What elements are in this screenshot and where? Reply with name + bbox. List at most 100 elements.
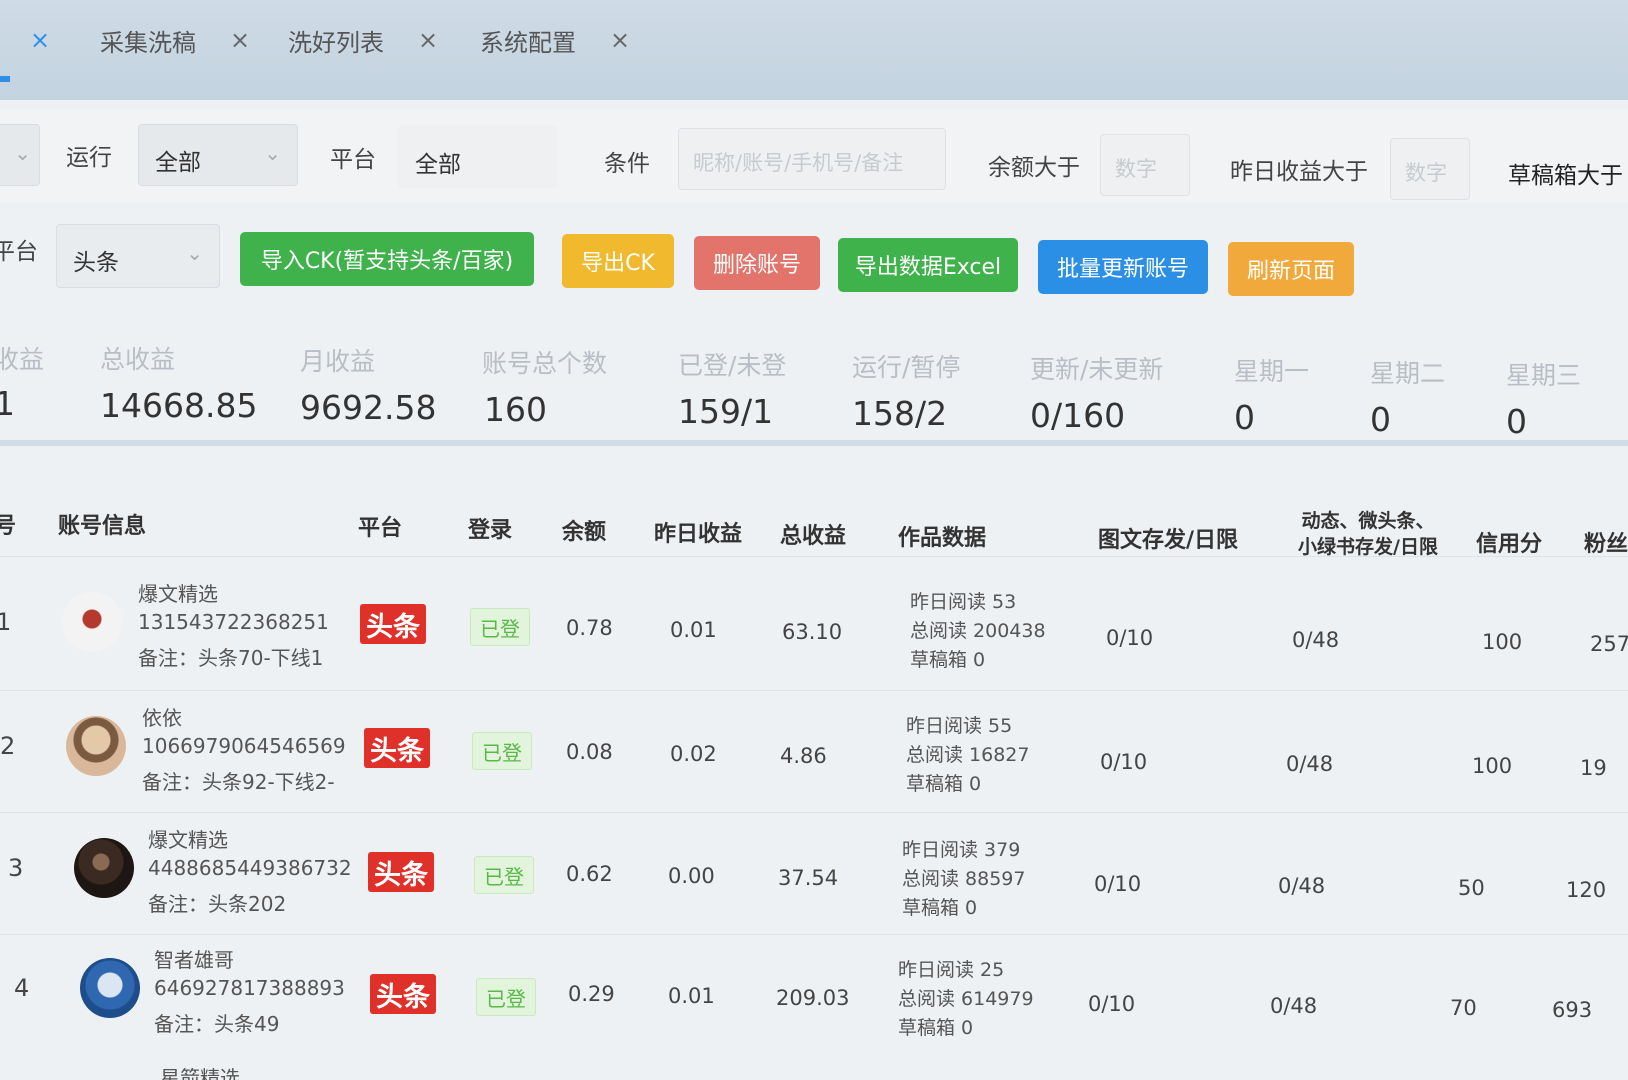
balance-cell: 0.08 bbox=[566, 740, 613, 764]
fans-cell: 120 bbox=[1566, 878, 1607, 902]
platform-filter-label: 平台 bbox=[330, 147, 376, 173]
platform-badge-toutiao: 头条 bbox=[360, 604, 426, 644]
refresh-page-button[interactable]: 刷新页面 bbox=[1228, 242, 1354, 296]
platform2-select[interactable]: 头条 ⌄ bbox=[56, 224, 220, 288]
condition-input[interactable]: 昵称/账号/手机号/备注 bbox=[678, 128, 946, 190]
col-num: 号 bbox=[0, 514, 17, 539]
dynamic-quota-cell: 0/48 bbox=[1292, 628, 1340, 652]
stat-label: 星期三 bbox=[1506, 361, 1582, 390]
chevron-down-icon: ⌄ bbox=[14, 141, 31, 165]
platform-badge-toutiao: 头条 bbox=[364, 728, 430, 768]
total-income-cell: 4.86 bbox=[780, 744, 827, 768]
account-id: 646927817388893 bbox=[154, 976, 345, 1000]
active-tab-indicator bbox=[0, 76, 10, 82]
stat-value: 160 bbox=[484, 390, 547, 429]
chevron-down-icon: ⌄ bbox=[186, 241, 203, 265]
tab-bar: × 采集洗稿 × 洗好列表 × 系统配置 × bbox=[0, 0, 1628, 100]
balance-gt-input[interactable]: 数字 bbox=[1100, 134, 1190, 196]
total-reads: 总阅读 88597 bbox=[902, 868, 1026, 890]
article-quota-cell: 0/10 bbox=[1100, 750, 1148, 774]
total-reads: 总阅读 16827 bbox=[906, 744, 1030, 766]
tab-label: 采集洗稿 bbox=[100, 28, 196, 57]
avatar bbox=[74, 838, 134, 898]
row-number: 4 bbox=[14, 974, 30, 1002]
stat-value: 0 bbox=[1506, 402, 1527, 441]
account-note: 备注：头条202 bbox=[148, 892, 287, 916]
tab-rewritten-list[interactable]: 洗好列表 × bbox=[288, 22, 438, 58]
col-platform: 平台 bbox=[358, 516, 403, 541]
export-ck-button[interactable]: 导出CK bbox=[562, 234, 674, 288]
article-quota-cell: 0/10 bbox=[1106, 626, 1154, 650]
fans-cell: 19 bbox=[1580, 756, 1607, 780]
draft-count: 草稿箱 0 bbox=[906, 773, 982, 795]
row-number: 2 bbox=[0, 732, 16, 760]
stat-value: 1 bbox=[0, 384, 15, 423]
export-excel-button[interactable]: 导出数据Excel bbox=[838, 238, 1018, 292]
tab-label: 系统配置 bbox=[480, 28, 576, 57]
col-works: 作品数据 bbox=[898, 526, 987, 551]
total-reads: 总阅读 614979 bbox=[898, 988, 1034, 1010]
leading-select[interactable]: ⌄ bbox=[0, 124, 40, 186]
stat-label: 月收益 bbox=[300, 347, 376, 376]
col-login: 登录 bbox=[468, 518, 513, 543]
stat-label: 收益 bbox=[0, 345, 45, 374]
delete-account-button[interactable]: 删除账号 bbox=[694, 236, 820, 290]
account-note: 备注：头条70-下线1 bbox=[138, 646, 324, 670]
stat-value: 158/2 bbox=[852, 394, 948, 433]
stat-value: 0 bbox=[1234, 398, 1255, 437]
col-balance: 余额 bbox=[562, 520, 607, 545]
balance-cell: 0.29 bbox=[568, 982, 615, 1006]
stat-label: 星期二 bbox=[1370, 359, 1446, 388]
tab-collect-rewrite[interactable]: 采集洗稿 × bbox=[100, 22, 250, 58]
stat-label: 已登/未登 bbox=[678, 351, 787, 380]
yesterday-gt-label: 昨日收益大于 bbox=[1230, 159, 1368, 185]
credit-cell: 100 bbox=[1472, 754, 1513, 778]
stat-value: 9692.58 bbox=[300, 388, 437, 427]
draft-count: 草稿箱 0 bbox=[898, 1017, 974, 1039]
stat-value: 159/1 bbox=[678, 392, 774, 431]
total-income-cell: 37.54 bbox=[778, 866, 839, 890]
credit-cell: 50 bbox=[1458, 876, 1485, 900]
col-article: 图文存发/日限 bbox=[1098, 528, 1239, 553]
avatar bbox=[80, 958, 140, 1018]
dynamic-quota-cell: 0/48 bbox=[1270, 994, 1318, 1018]
stat-value: 0/160 bbox=[1030, 396, 1126, 435]
row-number: 3 bbox=[8, 854, 24, 882]
stat-label: 更新/未更新 bbox=[1030, 355, 1164, 384]
account-name: 智者雄哥 bbox=[154, 948, 234, 972]
platform2-label: 平台 bbox=[0, 239, 38, 265]
yesterday-income-cell: 0.01 bbox=[668, 984, 715, 1008]
login-status-badge: 已登 bbox=[472, 732, 532, 770]
platform-filter-value: 全部 bbox=[415, 152, 461, 178]
tab-first[interactable]: × bbox=[0, 22, 50, 58]
total-reads: 总阅读 200438 bbox=[910, 620, 1046, 642]
col-dynamic: 动态、微头条、 小绿书存发/日限 bbox=[1282, 508, 1454, 560]
dynamic-quota-cell: 0/48 bbox=[1286, 752, 1334, 776]
col-fans: 粉丝 bbox=[1584, 532, 1628, 557]
account-name: 依依 bbox=[142, 706, 182, 730]
close-icon[interactable]: × bbox=[610, 26, 630, 54]
account-name: 爆文精选 bbox=[148, 828, 228, 852]
account-id: 1066979064546569 bbox=[142, 734, 346, 758]
close-icon[interactable]: × bbox=[30, 26, 50, 54]
run-filter-select[interactable]: 全部 ⌄ bbox=[138, 124, 298, 186]
platform-filter-select[interactable]: 全部 bbox=[398, 126, 558, 188]
draft-count: 草稿箱 0 bbox=[910, 649, 986, 671]
divider bbox=[0, 934, 1628, 935]
close-icon[interactable]: × bbox=[230, 26, 250, 54]
close-icon[interactable]: × bbox=[418, 26, 438, 54]
works-data: 昨日阅读 55 总阅读 16827 草稿箱 0 bbox=[906, 712, 1029, 799]
avatar bbox=[62, 592, 122, 652]
platform2-value: 头条 bbox=[73, 250, 119, 276]
run-filter-value: 全部 bbox=[155, 150, 201, 176]
total-income-cell: 63.10 bbox=[782, 620, 843, 644]
draft-count: 草稿箱 0 bbox=[902, 897, 978, 919]
tab-system-config[interactable]: 系统配置 × bbox=[480, 22, 630, 58]
yesterday-gt-input[interactable]: 数字 bbox=[1390, 138, 1470, 200]
works-data: 昨日阅读 53 总阅读 200438 草稿箱 0 bbox=[910, 588, 1046, 675]
import-ck-button[interactable]: 导入CK(暂支持头条/百家) bbox=[240, 232, 534, 286]
batch-update-button[interactable]: 批量更新账号 bbox=[1038, 240, 1208, 294]
stat-label: 运行/暂停 bbox=[852, 353, 961, 382]
yesterday-income-cell: 0.02 bbox=[670, 742, 717, 766]
col-account: 账号信息 bbox=[58, 514, 147, 539]
